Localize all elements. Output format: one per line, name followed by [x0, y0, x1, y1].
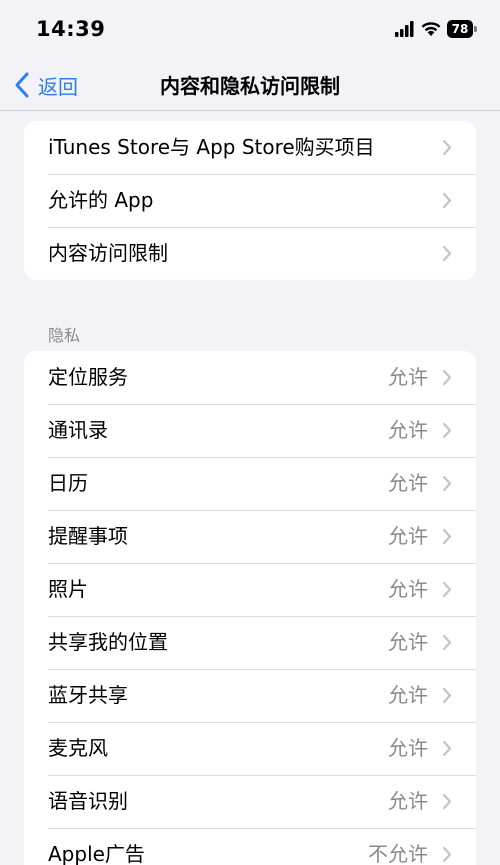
row-value: 允许 — [388, 365, 428, 389]
chevron-right-icon — [442, 422, 452, 439]
row-label: 麦克风 — [48, 736, 108, 760]
chevron-right-icon — [442, 846, 452, 863]
chevron-right-icon — [442, 139, 452, 156]
chevron-right-icon — [442, 793, 452, 810]
back-label: 返回 — [38, 74, 78, 99]
row-label: 共享我的位置 — [48, 630, 168, 654]
chevron-right-icon — [442, 192, 452, 209]
row-apple-advertising[interactable]: Apple广告 不允许 — [24, 828, 476, 865]
privacy-section-header: 隐私 — [48, 326, 81, 345]
row-label: 内容访问限制 — [48, 241, 168, 265]
battery-cap — [474, 26, 477, 32]
chevron-right-icon — [442, 369, 452, 386]
chevron-right-icon — [442, 475, 452, 492]
status-bar: 14:39 78 — [0, 0, 500, 60]
row-label: 日历 — [48, 471, 88, 495]
status-time: 14:39 — [36, 17, 106, 41]
battery-indicator: 78 — [447, 20, 477, 38]
row-label: 语音识别 — [48, 789, 128, 813]
row-value: 允许 — [388, 683, 428, 707]
row-value: 不允许 — [368, 842, 428, 865]
row-calendars[interactable]: 日历 允许 — [24, 457, 476, 510]
row-location-services[interactable]: 定位服务 允许 — [24, 351, 476, 404]
row-label: 照片 — [48, 577, 88, 601]
row-share-my-location[interactable]: 共享我的位置 允许 — [24, 616, 476, 669]
row-bluetooth-sharing[interactable]: 蓝牙共享 允许 — [24, 669, 476, 722]
row-photos[interactable]: 照片 允许 — [24, 563, 476, 616]
row-value: 允许 — [388, 524, 428, 548]
privacy-settings-group: 定位服务 允许 通讯录 允许 日历 允许 提醒事项 允许 照片 允许 共享我的位… — [24, 351, 476, 865]
back-button[interactable]: 返回 — [14, 69, 78, 101]
row-value: 允许 — [388, 736, 428, 760]
row-label: 定位服务 — [48, 365, 128, 389]
chevron-left-icon — [15, 72, 29, 98]
chevron-right-icon — [442, 528, 452, 545]
row-value: 允许 — [388, 471, 428, 495]
row-contacts[interactable]: 通讯录 允许 — [24, 404, 476, 457]
row-allowed-apps[interactable]: 允许的 App — [24, 174, 476, 227]
row-label: 提醒事项 — [48, 524, 128, 548]
row-value: 允许 — [388, 789, 428, 813]
row-label: iTunes Store与 App Store购买项目 — [48, 135, 375, 159]
row-label: 通讯录 — [48, 418, 108, 442]
row-speech-recognition[interactable]: 语音识别 允许 — [24, 775, 476, 828]
cellular-signal-icon — [395, 21, 414, 37]
chevron-right-icon — [442, 634, 452, 651]
row-label: Apple广告 — [48, 842, 145, 865]
chevron-right-icon — [442, 245, 452, 262]
row-itunes-app-store-purchases[interactable]: iTunes Store与 App Store购买项目 — [24, 121, 476, 174]
chevron-right-icon — [442, 687, 452, 704]
row-microphone[interactable]: 麦克风 允许 — [24, 722, 476, 775]
row-reminders[interactable]: 提醒事项 允许 — [24, 510, 476, 563]
row-value: 允许 — [388, 630, 428, 654]
screen: 14:39 78 内容和隐私访问限制 返回 iTunes Store与 App … — [0, 0, 500, 865]
row-label: 蓝牙共享 — [48, 683, 128, 707]
navigation-bar: 内容和隐私访问限制 返回 — [0, 60, 500, 111]
battery-level: 78 — [447, 20, 473, 38]
chevron-right-icon — [442, 740, 452, 757]
wifi-icon — [421, 22, 441, 36]
row-content-restrictions[interactable]: 内容访问限制 — [24, 227, 476, 280]
chevron-right-icon — [442, 581, 452, 598]
store-settings-group: iTunes Store与 App Store购买项目 允许的 App 内容访问… — [24, 121, 476, 280]
row-value: 允许 — [388, 577, 428, 601]
row-value: 允许 — [388, 418, 428, 442]
row-label: 允许的 App — [48, 188, 154, 212]
